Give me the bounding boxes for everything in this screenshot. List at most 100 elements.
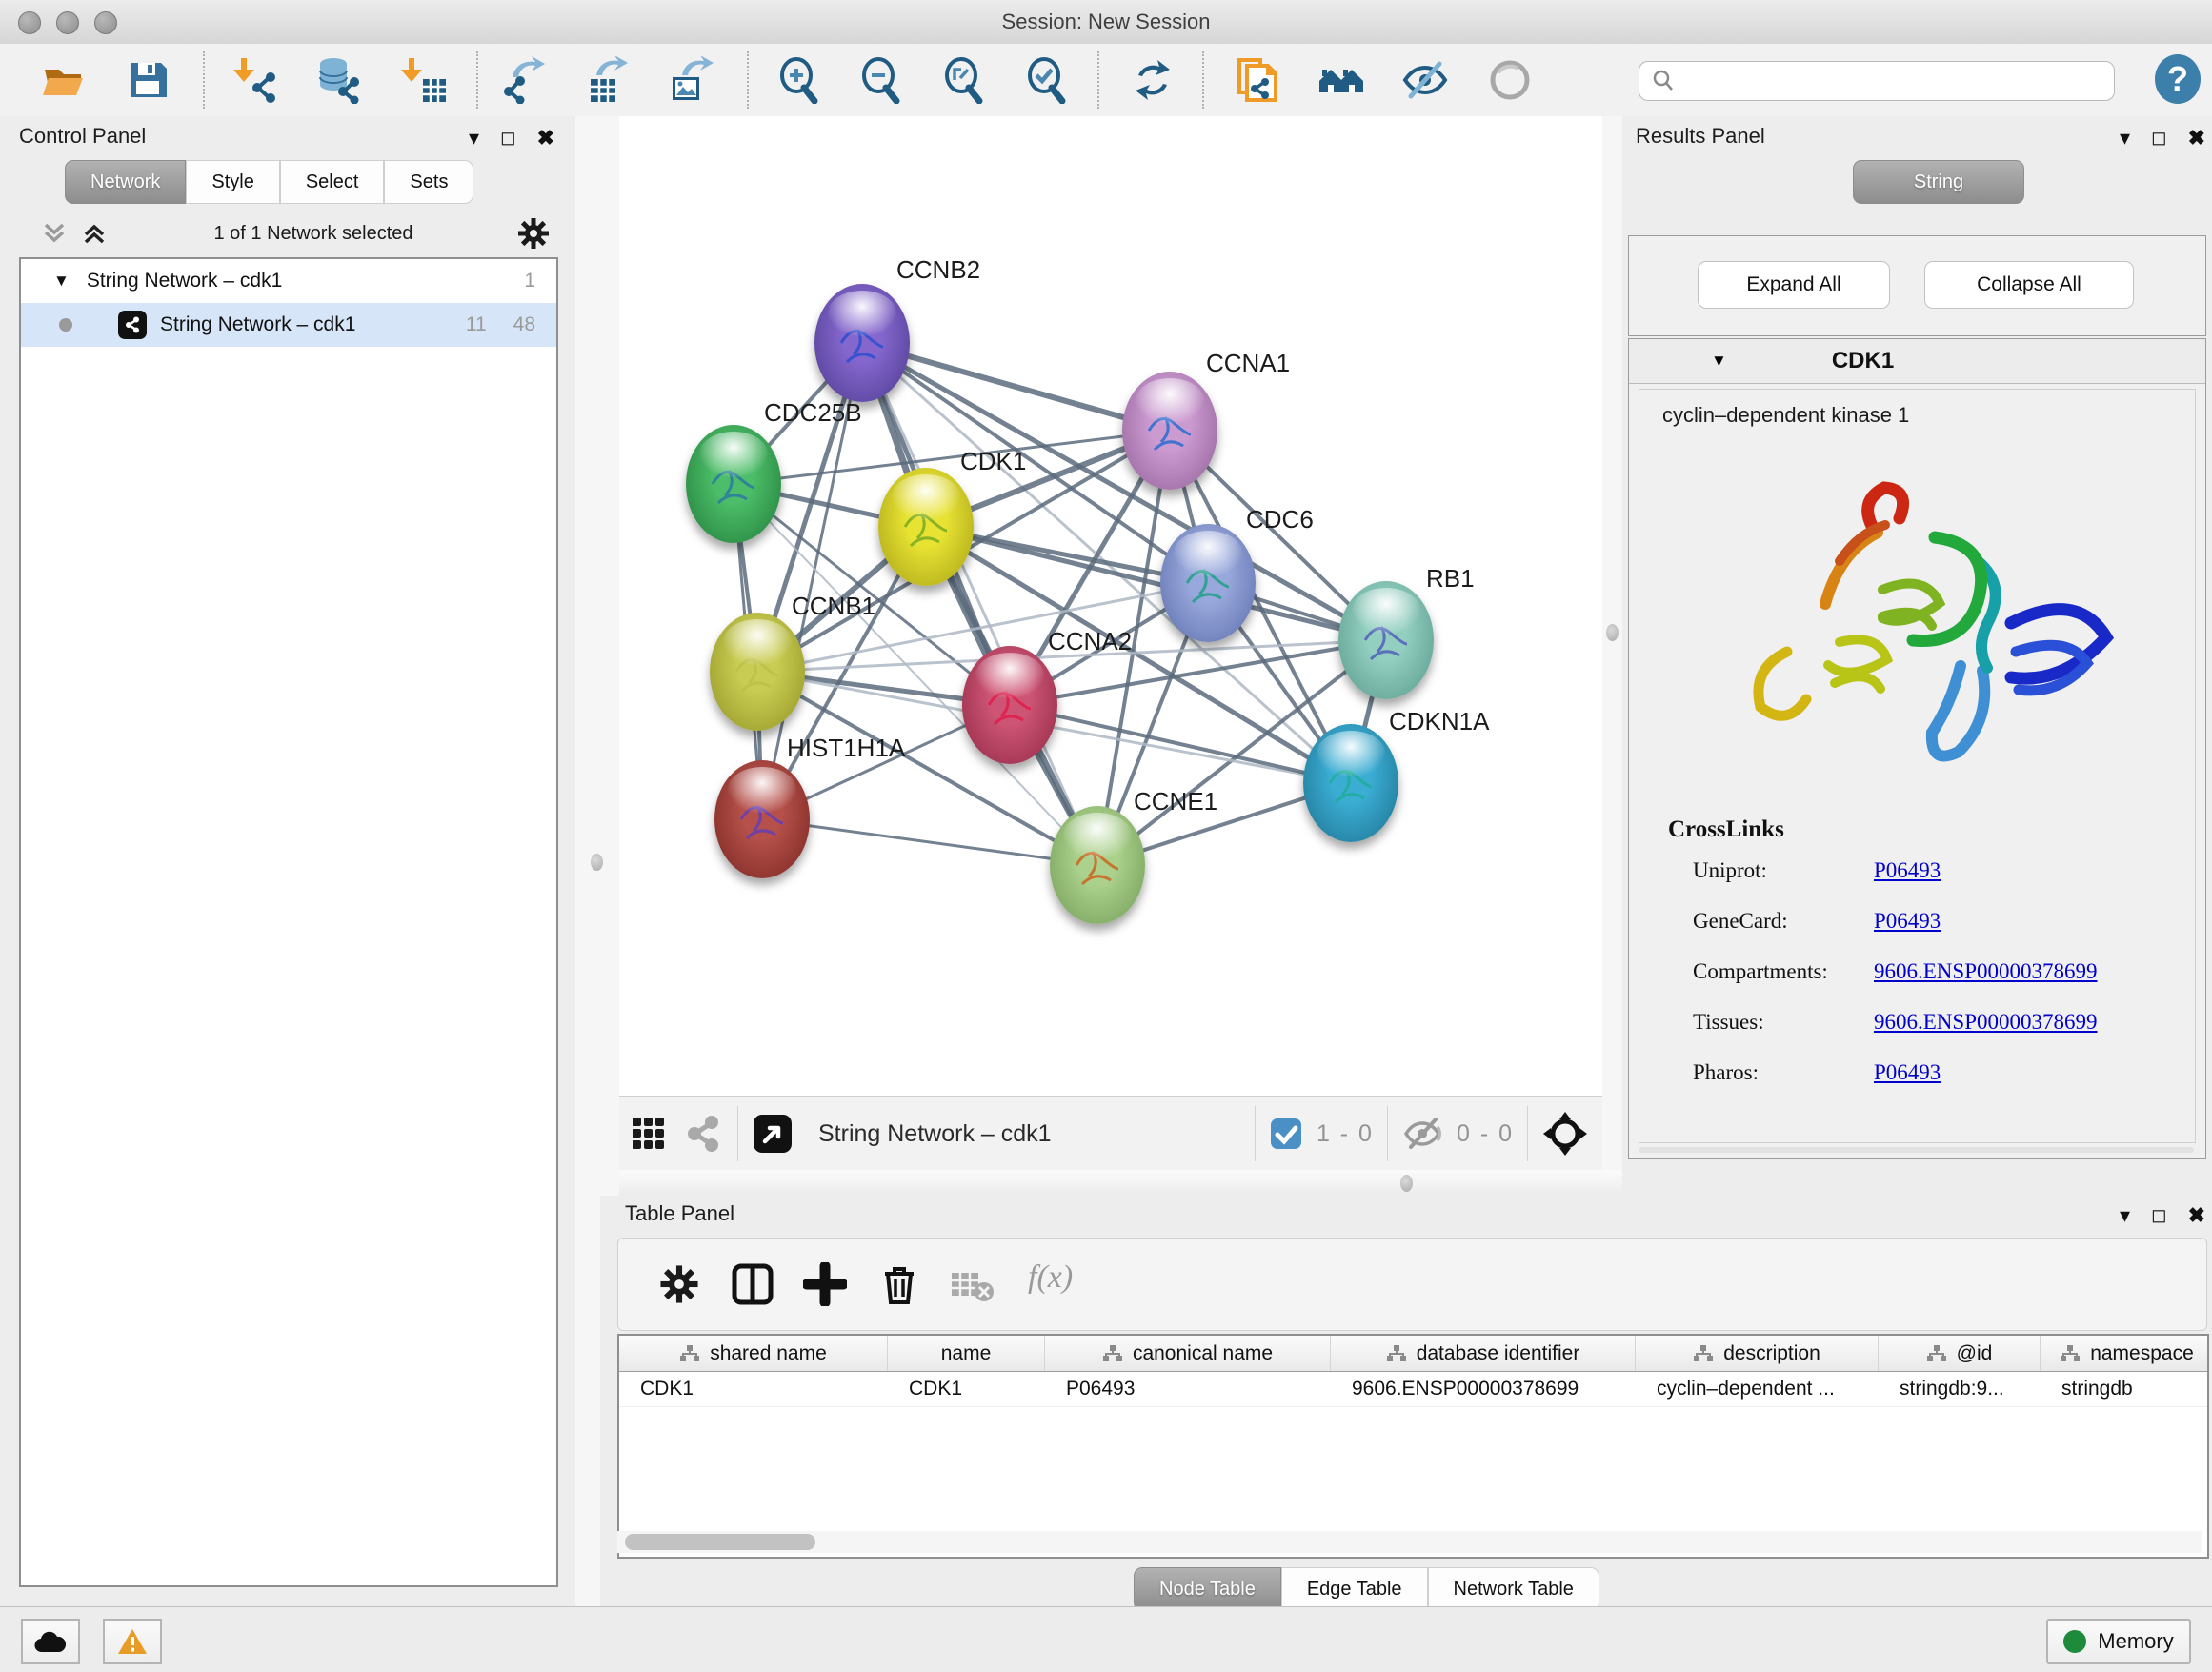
tab-style[interactable]: Style (186, 160, 279, 204)
show-eye-icon[interactable] (1486, 56, 1534, 104)
panel-close-icon[interactable]: ✖ (537, 128, 554, 149)
splitter-grip-icon[interactable] (1606, 624, 1619, 641)
gear-icon[interactable] (516, 216, 551, 251)
network-canvas[interactable]: CCNB2CCNA1CDC25BCDK1CDC6RB1CCNB1CCNA2CDK… (619, 116, 1602, 1096)
panel-close-icon[interactable]: ✖ (2188, 128, 2205, 149)
expand-all-chevron-icon[interactable] (38, 219, 70, 248)
column-header-namespace[interactable]: namespace (2041, 1336, 2209, 1371)
window-zoom-button[interactable] (94, 11, 117, 34)
tab-network-table[interactable]: Network Table (1428, 1567, 1599, 1611)
gene-collapse-triangle-icon[interactable]: ▼ (1711, 352, 1727, 371)
crosslink-link[interactable]: P06493 (1874, 1060, 1941, 1085)
center-view-crosshair-icon[interactable] (1541, 1110, 1589, 1158)
crosslink-link[interactable]: P06493 (1874, 909, 1941, 934)
expand-all-button[interactable]: Expand All (1698, 261, 1890, 309)
node-CDC6[interactable] (1160, 524, 1256, 642)
node-table[interactable]: shared namename canonical name database … (617, 1334, 2209, 1559)
panel-float-icon[interactable]: ◻ (500, 128, 516, 149)
window-close-button[interactable] (18, 11, 41, 34)
collapse-all-chevron-icon[interactable] (78, 219, 111, 248)
network-row-selected[interactable]: String Network – cdk1 11 48 (21, 303, 556, 347)
export-image-icon[interactable] (667, 56, 714, 104)
panel-splitter-right[interactable] (1602, 116, 1622, 1170)
grid-view-icon[interactable] (629, 1114, 669, 1154)
node-HIST1H1A[interactable] (714, 760, 810, 878)
tab-network[interactable]: Network (65, 160, 186, 204)
node-CCNB2[interactable] (814, 284, 910, 402)
cell-@id[interactable]: stringdb:9... (1879, 1372, 2041, 1406)
edge-HIST1H1A-CCNE1[interactable] (762, 819, 1097, 865)
zoom-selected-icon[interactable] (1023, 56, 1071, 104)
table-row[interactable]: CDK1CDK1P064939606.ENSP00000378699cyclin… (619, 1372, 2207, 1407)
cloud-status-button[interactable] (21, 1619, 80, 1664)
collapse-all-button[interactable]: Collapse All (1924, 261, 2134, 309)
splitter-grip-icon[interactable] (591, 854, 603, 871)
panel-close-icon[interactable]: ✖ (2188, 1205, 2205, 1226)
tab-node-table[interactable]: Node Table (1134, 1567, 1281, 1611)
edge-CCNA2-CDKN1A[interactable] (1010, 705, 1351, 783)
cell-description[interactable]: cyclin–dependent ... (1636, 1372, 1879, 1406)
node-CCNB1[interactable] (710, 613, 805, 731)
edge-CDK1-RB1[interactable] (926, 527, 1386, 640)
tab-select[interactable]: Select (280, 160, 385, 204)
show-columns-icon[interactable] (731, 1262, 774, 1306)
panel-menu-icon[interactable]: ▾ (2120, 128, 2130, 149)
crosslink-link[interactable]: P06493 (1874, 858, 1941, 883)
cell-canonical-name[interactable]: P06493 (1045, 1372, 1331, 1406)
node-CCNE1[interactable] (1050, 806, 1145, 924)
node-CDK1[interactable] (878, 468, 974, 586)
panel-menu-icon[interactable]: ▾ (469, 128, 479, 149)
window-minimize-button[interactable] (56, 11, 79, 34)
column-header-canonical-name[interactable]: canonical name (1045, 1336, 1331, 1371)
panel-float-icon[interactable]: ◻ (2151, 128, 2167, 149)
column-header-description[interactable]: description (1636, 1336, 1879, 1371)
open-session-icon[interactable] (40, 56, 88, 104)
delete-column-icon[interactable] (877, 1262, 921, 1306)
import-table-icon[interactable] (400, 56, 448, 104)
crosslink-link[interactable]: 9606.ENSP00000378699 (1874, 959, 2098, 984)
selected-checkbox-icon[interactable] (1269, 1117, 1303, 1151)
table-gear-icon[interactable] (658, 1263, 700, 1305)
table-hscrollbar[interactable] (617, 1531, 2202, 1553)
import-network-file-icon[interactable] (232, 56, 280, 104)
tab-string[interactable]: String (1853, 160, 2024, 204)
memory-button[interactable]: Memory (2046, 1619, 2191, 1664)
gene-header[interactable]: ▼ CDK1 (1629, 339, 2205, 384)
hide-selected-icon[interactable] (1401, 56, 1449, 104)
column-header-shared-name[interactable]: shared name (619, 1336, 888, 1371)
cell-database-identifier[interactable]: 9606.ENSP00000378699 (1331, 1372, 1636, 1406)
crosslink-link[interactable]: 9606.ENSP00000378699 (1874, 1010, 2098, 1035)
zoom-in-icon[interactable] (775, 56, 823, 104)
collection-expand-triangle-icon[interactable]: ▼ (53, 272, 70, 291)
node-RB1[interactable] (1338, 581, 1434, 699)
tab-edge-table[interactable]: Edge Table (1281, 1567, 1428, 1611)
search-input[interactable] (1676, 70, 2114, 93)
panel-menu-icon[interactable]: ▾ (2120, 1205, 2130, 1226)
refresh-icon[interactable] (1129, 56, 1176, 104)
column-header-name[interactable]: name (888, 1336, 1045, 1371)
share-network-icon[interactable] (682, 1113, 724, 1155)
node-CDC25B[interactable] (686, 425, 781, 543)
network-collection-row[interactable]: ▼ String Network – cdk1 1 (21, 259, 556, 303)
help-icon[interactable]: ? (2151, 52, 2204, 106)
import-network-database-icon[interactable] (314, 56, 362, 104)
column-header-database-identifier[interactable]: database identifier (1331, 1336, 1636, 1371)
zoom-fit-icon[interactable] (940, 56, 988, 104)
node-CCNA1[interactable] (1122, 372, 1217, 490)
export-table-icon[interactable] (583, 56, 631, 104)
add-column-icon[interactable] (803, 1262, 847, 1306)
panel-float-icon[interactable]: ◻ (2151, 1205, 2167, 1226)
node-CDKN1A[interactable] (1303, 724, 1398, 842)
column-header-@id[interactable]: @id (1879, 1336, 2041, 1371)
save-session-icon[interactable] (124, 56, 171, 104)
results-scrollbar[interactable] (1639, 1147, 2194, 1153)
cell-namespace[interactable]: stringdb (2041, 1372, 2209, 1406)
cell-name[interactable]: CDK1 (888, 1372, 1045, 1406)
cell-shared-name[interactable]: CDK1 (619, 1372, 888, 1406)
edge-CCNB2-CCNE1[interactable] (862, 343, 1097, 865)
birdseye-toggle-icon[interactable] (752, 1113, 794, 1155)
warnings-button[interactable] (103, 1619, 162, 1664)
search-box[interactable] (1639, 61, 2115, 101)
export-network-icon[interactable] (499, 56, 547, 104)
duplicate-network-icon[interactable] (1234, 56, 1281, 104)
